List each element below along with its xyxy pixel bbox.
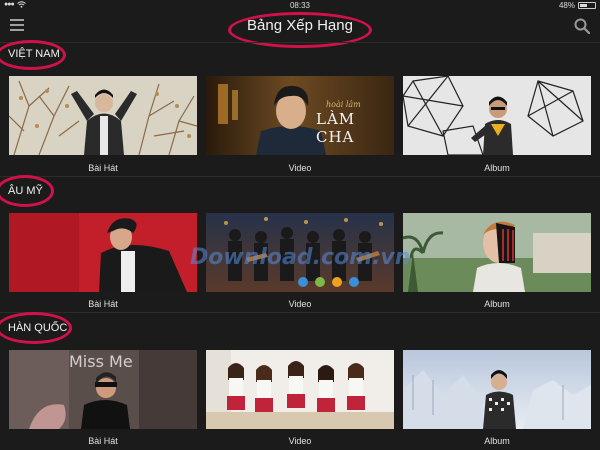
artist-photo [9,213,197,292]
us-uk-song-thumbnail[interactable] [9,213,197,292]
watermark-dots [298,277,359,287]
korea-album-thumbnail[interactable] [403,350,591,429]
tile-caption: Bài Hát [88,299,118,309]
tile-caption: Bài Hát [88,436,118,446]
vietnam-video-thumbnail[interactable]: hoài lâm LÀM CHA [206,76,394,155]
watermark-dot [298,277,308,287]
status-right: 48% [559,1,596,10]
section-highlight-circle [0,175,54,207]
tile-caption: Video [288,436,312,446]
search-icon[interactable] [574,18,590,34]
us-uk-album-thumbnail[interactable] [403,213,591,292]
tile-caption: Album [484,299,510,309]
vietnam-song-thumbnail[interactable] [9,76,197,155]
artist-photo [206,350,394,429]
watermark-dot [332,277,342,287]
vietnam-album-thumbnail[interactable] [403,76,591,155]
korea-song-thumbnail[interactable]: Miss Me [9,350,197,429]
battery-percent: 48% [558,1,575,10]
battery-icon [578,2,596,9]
section-divider [0,42,600,43]
thumbnail-title-text: Miss Me [69,352,133,371]
watermark-dot [349,277,359,287]
section-divider [0,176,600,177]
section-highlight-circle [0,40,66,70]
korea-video-thumbnail[interactable] [206,350,394,429]
artist-photo [403,350,591,429]
status-bar: ●●● 08:33 48% [0,0,600,11]
artist-photo [403,213,591,292]
thumbnail-big-text: LÀM CHA [316,110,356,146]
tile-caption: Video [288,299,312,309]
tile-caption: Bài Hát [88,163,118,173]
tile-caption: Album [484,436,510,446]
thumbnail-small-text: hoài lâm [326,100,361,109]
artist-photo [403,76,591,155]
watermark-logo: Download.com.vn [190,245,411,270]
section-highlight-circle [0,312,72,344]
tile-caption: Album [484,163,510,173]
artist-photo [9,76,197,155]
nav-bar: Bảng Xếp Hạng [0,11,600,48]
section-divider [0,312,600,313]
tile-caption: Video [288,163,312,173]
watermark-dot [315,277,325,287]
status-time: 08:33 [289,1,311,10]
